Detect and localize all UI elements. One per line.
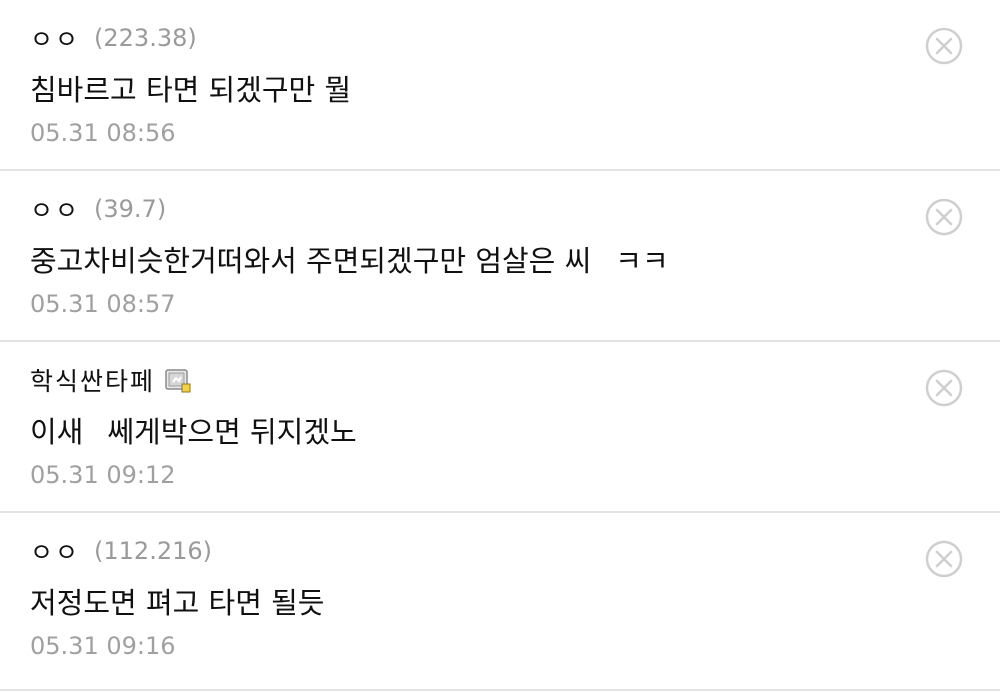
fixed-nickname-icon bbox=[165, 369, 191, 393]
comment-text: 저정도면 펴고 타면 될듯 bbox=[30, 583, 324, 623]
delete-comment-button[interactable] bbox=[924, 197, 964, 237]
comment-item: ㅇㅇ (223.38) 침바르고 타면 되겠구만 뭘 05.31 08:56 bbox=[0, 0, 1000, 171]
comment-item: ㅇㅇ (112.216) 저정도면 펴고 타면 될듯 05.31 09:16 bbox=[0, 513, 1000, 691]
comment-text: 중고차비슷한거떠와서 주면되겠구만 엄살은 씨 ㅋㅋ bbox=[30, 241, 669, 281]
comment-text: 침바르고 타면 되겠구만 뭘 bbox=[30, 70, 351, 110]
comment-ip: (39.7) bbox=[94, 195, 167, 223]
comment-timestamp: 05.31 09:12 bbox=[30, 461, 176, 489]
comment-author-line: ㅇㅇ (39.7) bbox=[30, 189, 166, 229]
comment-timestamp: 05.31 09:16 bbox=[30, 632, 176, 660]
circle-x-icon bbox=[925, 198, 963, 236]
comment-nickname[interactable]: ㅇㅇ bbox=[30, 533, 80, 569]
comment-text-part: 중고차비슷한거떠와서 주면되겠구만 엄살은 씨 bbox=[30, 244, 592, 278]
comment-text-part: 저정도면 펴고 타면 될듯 bbox=[30, 586, 325, 620]
redacted-area bbox=[591, 248, 616, 278]
circle-x-icon bbox=[925, 540, 963, 578]
comment-text-part: ㅋㅋ bbox=[615, 244, 669, 278]
circle-x-icon bbox=[925, 27, 963, 65]
comment-nickname[interactable]: ㅇㅇ bbox=[30, 20, 80, 56]
delete-comment-button[interactable] bbox=[924, 368, 964, 408]
comment-nickname[interactable]: ㅇㅇ bbox=[30, 191, 80, 227]
comment-text-part: 쎄게박으면 뒤지겠노 bbox=[107, 415, 357, 449]
comment-author-line: 학식싼타페 bbox=[30, 360, 191, 400]
comment-text-part: 이새 bbox=[30, 415, 84, 449]
comment-ip: (112.216) bbox=[94, 537, 212, 565]
comment-list: ㅇㅇ (223.38) 침바르고 타면 되겠구만 뭘 05.31 08:56 ㅇ… bbox=[0, 0, 1000, 693]
comment-timestamp: 05.31 08:56 bbox=[30, 119, 176, 147]
comment-item: ㅇㅇ (39.7) 중고차비슷한거떠와서 주면되겠구만 엄살은 씨 ㅋㅋ 05.3… bbox=[0, 171, 1000, 342]
comment-nickname[interactable]: 학식싼타페 bbox=[30, 362, 155, 398]
comment-text-part: 침바르고 타면 되겠구만 뭘 bbox=[30, 73, 352, 107]
comment-author-line: ㅇㅇ (223.38) bbox=[30, 18, 197, 58]
comment-item: 학식싼타페 이새 쎄게박으면 뒤지겠노 05.31 09:12 bbox=[0, 342, 1000, 513]
redacted-area bbox=[83, 419, 108, 449]
comment-ip: (223.38) bbox=[94, 24, 197, 52]
circle-x-icon bbox=[925, 369, 963, 407]
delete-comment-button[interactable] bbox=[924, 539, 964, 579]
comment-timestamp: 05.31 08:57 bbox=[30, 290, 176, 318]
comment-text: 이새 쎄게박으면 뒤지겠노 bbox=[30, 412, 357, 452]
delete-comment-button[interactable] bbox=[924, 26, 964, 66]
comment-author-line: ㅇㅇ (112.216) bbox=[30, 531, 212, 571]
